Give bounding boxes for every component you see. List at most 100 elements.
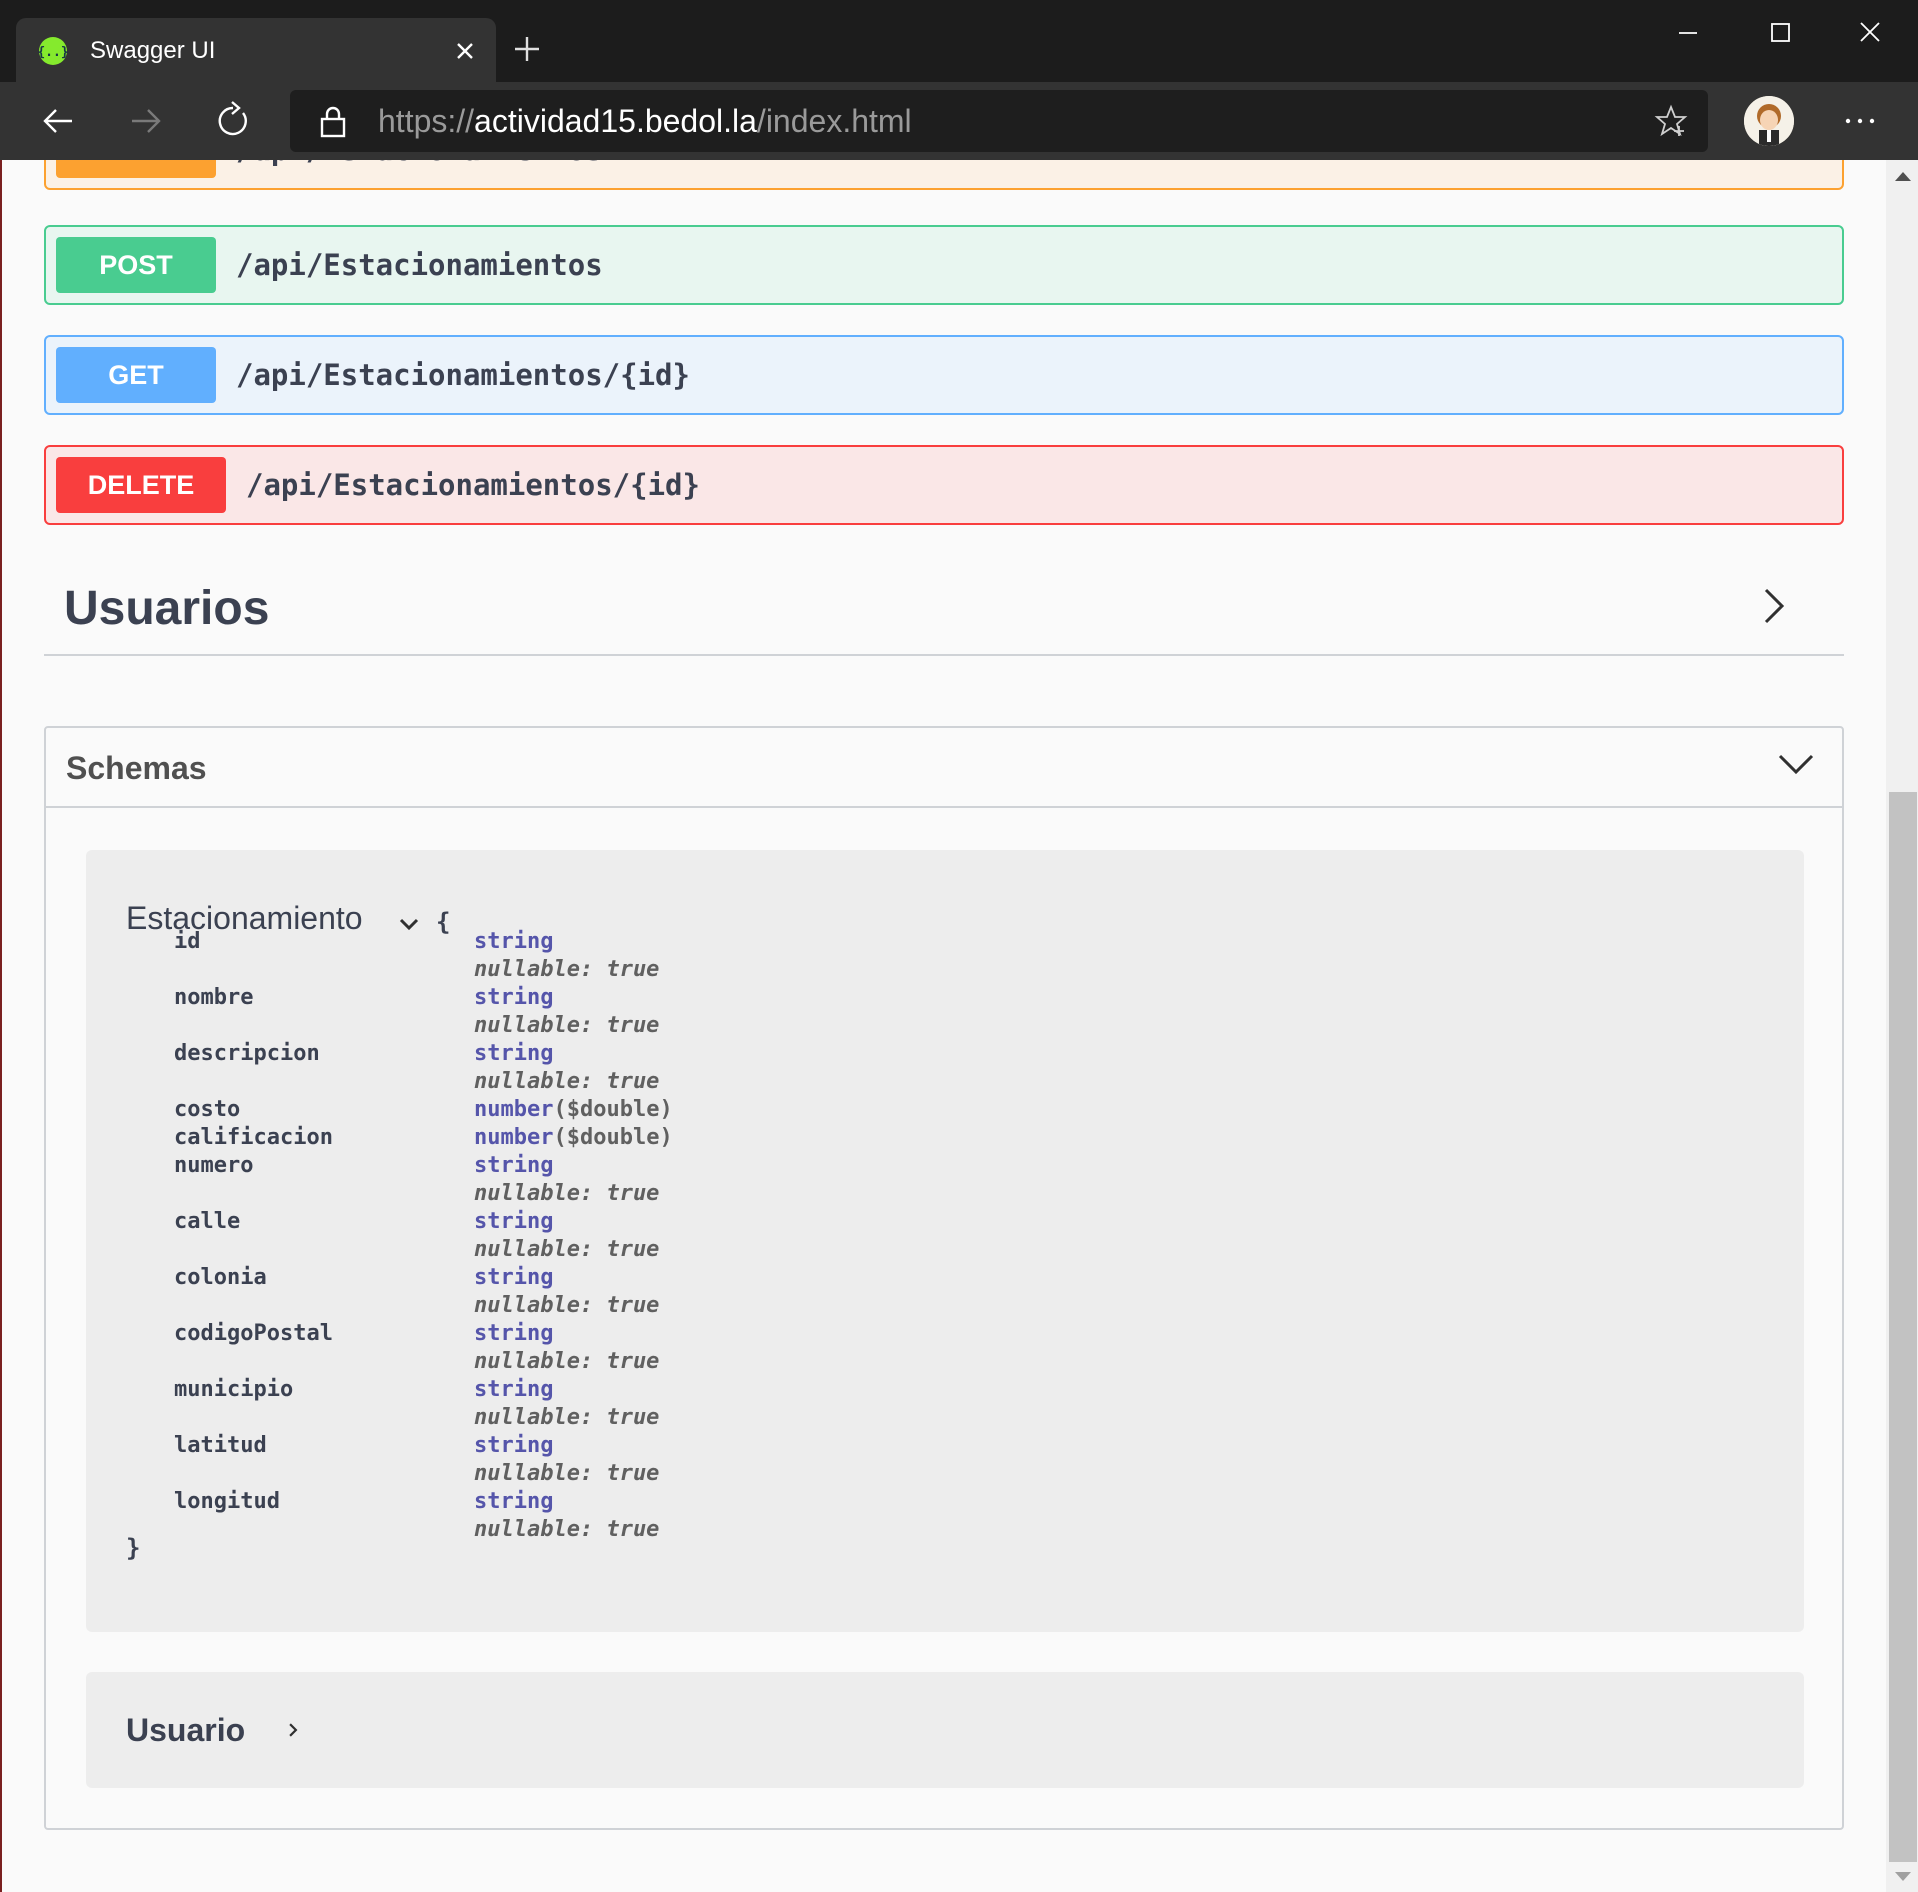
method-badge-get: GET (56, 347, 216, 403)
avatar-icon (1744, 96, 1794, 146)
property-name: numero (174, 1153, 254, 1178)
property-type: string (474, 1152, 553, 1180)
property-name: descripcion (174, 1041, 320, 1066)
property-type-name: string (474, 1153, 554, 1178)
model-name[interactable]: Usuario (126, 1710, 245, 1750)
property-type-name: string (474, 929, 554, 954)
method-badge-put: PUT (56, 160, 216, 178)
profile-avatar[interactable] (1744, 96, 1794, 146)
forward-arrow-icon[interactable] (120, 96, 170, 146)
new-tab-icon[interactable] (510, 32, 544, 66)
property-type: string (474, 1040, 553, 1068)
url-scheme: https:// (378, 103, 475, 139)
window-close-icon[interactable] (1850, 16, 1890, 50)
property-nullable: nullable: true (474, 1517, 660, 1542)
scroll-up-arrow-icon[interactable] (1895, 172, 1911, 181)
property-nullable: nullable: true (474, 1349, 660, 1374)
property-name: municipio (174, 1377, 294, 1402)
browser-toolbar: https://actividad15.bedol.la/index.html (0, 82, 1918, 160)
operation-path: /api/Estacionamientos/{id} (246, 468, 700, 502)
model-usuario[interactable]: Usuario (86, 1672, 1804, 1788)
tag-title: Usuarios (64, 582, 270, 635)
property-type: string (474, 1208, 553, 1236)
close-brace: } (126, 1534, 141, 1562)
schemas-section: Schemas Estacionamiento { id string nullab… (44, 726, 1844, 1830)
maximize-icon[interactable] (1760, 16, 1800, 50)
property-type: string (474, 1432, 553, 1460)
property-type-name: number (474, 1125, 554, 1150)
property-name: id (174, 929, 201, 954)
chevron-right-icon[interactable] (1758, 584, 1788, 628)
operation-path: /api/Estacionamientos (236, 248, 603, 282)
property-nullable: nullable: true (474, 1069, 660, 1094)
schemas-header[interactable]: Schemas (46, 728, 1842, 808)
refresh-icon[interactable] (208, 96, 258, 146)
property-type-name: string (474, 1377, 554, 1402)
page-viewport: PUT /api/Estacionamientos POST /api/Esta… (0, 160, 1918, 1892)
property-format: ($double) (553, 1125, 673, 1150)
property-nullable: nullable: true (474, 1293, 660, 1318)
url-host: actividad15.bedol.la (474, 103, 757, 139)
property-name: colonia (174, 1265, 267, 1290)
minimize-icon[interactable] (1668, 16, 1708, 50)
swagger-favicon-icon: {..} (38, 37, 68, 65)
lock-icon[interactable] (318, 104, 348, 138)
property-type-name: string (474, 1209, 554, 1234)
property-type: string (474, 1320, 553, 1348)
scrollbar-thumb[interactable] (1889, 792, 1917, 1862)
tag-section-usuarios[interactable]: Usuarios (44, 560, 1844, 656)
browser-tab[interactable]: {..} Swagger UI (16, 18, 496, 82)
method-badge-post: POST (56, 237, 216, 293)
vertical-scrollbar[interactable] (1886, 160, 1918, 1892)
property-type-name: string (474, 1265, 554, 1290)
property-type: string (474, 1488, 553, 1516)
property-type-name: string (474, 1041, 554, 1066)
back-arrow-icon[interactable] (34, 96, 84, 146)
property-name: costo (174, 1097, 241, 1122)
property-type: string (474, 1376, 553, 1404)
operation-delete-estacionamiento-by-id[interactable]: DELETE /api/Estacionamientos/{id} (44, 445, 1844, 525)
property-type-name: string (474, 1321, 554, 1346)
property-type: number($double) (474, 1096, 673, 1124)
favorite-star-icon[interactable] (1654, 104, 1688, 138)
property-nullable: nullable: true (474, 1013, 660, 1038)
property-type: string (474, 1264, 553, 1292)
tab-title: Swagger UI (90, 37, 216, 64)
property-type: string (474, 984, 553, 1012)
property-name: codigoPostal (174, 1321, 333, 1346)
operation-path: /api/Estacionamientos/{id} (236, 358, 690, 392)
property-format: ($double) (553, 1097, 673, 1122)
property-type-name: string (474, 985, 554, 1010)
property-name: longitud (174, 1489, 280, 1514)
chevron-down-icon[interactable] (398, 916, 420, 932)
address-bar[interactable]: https://actividad15.bedol.la/index.html (290, 90, 1708, 152)
model-estacionamiento: Estacionamiento { id string nullable: true… (86, 850, 1804, 1632)
svg-text:{..}: {..} (38, 45, 68, 60)
property-type-name: string (474, 1433, 554, 1458)
property-nullable: nullable: true (474, 1461, 660, 1486)
schemas-title: Schemas (66, 750, 207, 786)
property-name: latitud (174, 1433, 267, 1458)
url-text: https://actividad15.bedol.la/index.html (378, 102, 912, 140)
property-nullable: nullable: true (474, 1237, 660, 1262)
property-nullable: nullable: true (474, 957, 660, 982)
scroll-down-arrow-icon[interactable] (1895, 1872, 1911, 1881)
property-nullable: nullable: true (474, 1405, 660, 1430)
chevron-right-icon[interactable] (282, 1722, 304, 1738)
operation-post-estacionamientos[interactable]: POST /api/Estacionamientos (44, 225, 1844, 305)
url-path: /index.html (756, 103, 912, 139)
operation-put-estacionamientos[interactable]: PUT /api/Estacionamientos (44, 160, 1844, 190)
tab-close-icon[interactable] (452, 38, 478, 64)
operation-path: /api/Estacionamientos (236, 160, 603, 188)
property-type-name: string (474, 1489, 554, 1514)
property-name: calificacion (174, 1125, 333, 1150)
model-name[interactable]: Estacionamiento (126, 898, 363, 938)
property-type: string (474, 928, 553, 956)
open-brace: { (436, 908, 451, 936)
property-nullable: nullable: true (474, 1181, 660, 1206)
more-options-icon[interactable] (1840, 108, 1880, 134)
browser-titlebar: {..} Swagger UI (0, 0, 1918, 82)
property-name: calle (174, 1209, 241, 1234)
chevron-down-icon[interactable] (1776, 750, 1816, 780)
operation-get-estacionamiento-by-id[interactable]: GET /api/Estacionamientos/{id} (44, 335, 1844, 415)
